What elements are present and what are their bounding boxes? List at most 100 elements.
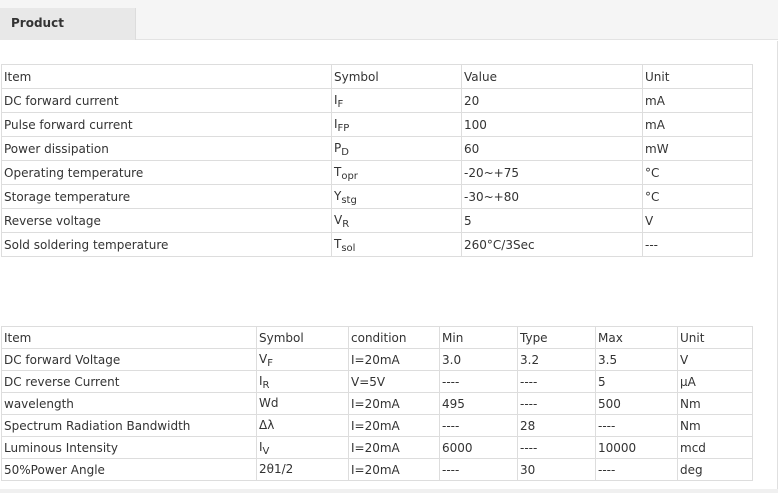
symbol-text: I [334, 92, 338, 107]
item-cell: Sold soldering temperature [1, 232, 332, 257]
value-cell: 20 [461, 88, 643, 113]
table-row: Reverse voltage VR 5 V [1, 208, 753, 233]
table-row: Storage temperature Ystg -30~+80 °C [1, 184, 753, 209]
min-cell: ---- [439, 458, 518, 481]
symbol-cell: Δλ [256, 414, 349, 437]
type-cell: 28 [517, 414, 596, 437]
table-row: DC forward Voltage VF I=20mA 3.0 3.2 3.5 V [1, 348, 753, 371]
symbol-subscript: R [262, 379, 270, 391]
min-cell: 495 [439, 392, 518, 415]
min-cell: ---- [439, 414, 518, 437]
table-header-row: Item Symbol Value Unit [1, 64, 753, 89]
symbol-subscript: opr [341, 170, 358, 182]
page: Product Description ItemSymbolValueUnitD… [0, 0, 778, 493]
min-cell: 3.0 [439, 348, 518, 371]
unit-cell: °C [642, 160, 753, 185]
symbol-cell: Topr [331, 160, 462, 185]
unit-cell: V [642, 208, 753, 233]
column-header: Min [439, 326, 518, 349]
table-row: wavelength Wd I=20mA 495 ---- 500 Nm [1, 392, 753, 415]
max-cell: 500 [595, 392, 678, 415]
type-cell: 3.2 [517, 348, 596, 371]
type-cell: ---- [517, 370, 596, 393]
table-row: Power dissipation PD 60 mW [1, 136, 753, 161]
item-cell: Operating temperature [1, 160, 332, 185]
item-cell: Pulse forward current [1, 112, 332, 137]
value-cell: 100 [461, 112, 643, 137]
condition-cell: I=20mA [348, 414, 440, 437]
type-cell: 30 [517, 458, 596, 481]
column-header: Unit [677, 326, 753, 349]
unit-cell: °C [642, 184, 753, 209]
symbol-text: Wd [259, 395, 279, 410]
table-row: Pulse forward current IFP 100 mA [1, 112, 753, 137]
item-cell: Storage temperature [1, 184, 332, 209]
table-row: Sold soldering temperature Tsol 260°C/3Sec… [1, 232, 753, 257]
symbol-cell: 2θ1/2 [256, 458, 349, 481]
condition-cell: V=5V [348, 370, 440, 393]
item-cell: DC forward current [1, 88, 332, 113]
table-row: 50%Power Angle 2θ1/2 I=20mA ---- 30 ---- deg [1, 458, 753, 481]
symbol-text: I [259, 373, 263, 388]
unit-cell: Nm [677, 414, 753, 437]
min-cell: ---- [439, 370, 518, 393]
unit-cell: deg [677, 458, 753, 481]
symbol-cell: Tsol [331, 232, 462, 257]
symbol-cell: IV [256, 436, 349, 459]
item-cell: Power dissipation [1, 136, 332, 161]
symbol-cell: VR [331, 208, 462, 233]
absolute-ratings-table: Item Symbol Value Unit DC forward current IF 2… [1, 64, 753, 257]
symbol-subscript: sol [341, 242, 356, 254]
condition-cell: I=20mA [348, 436, 440, 459]
symbol-text: V [334, 212, 343, 227]
unit-cell: Nm [677, 392, 753, 415]
max-cell: 5 [595, 370, 678, 393]
value-cell: 5 [461, 208, 643, 233]
unit-cell: mA [642, 88, 753, 113]
type-cell: ---- [517, 436, 596, 459]
symbol-cell: IFP [331, 112, 462, 137]
unit-cell: μA [677, 370, 753, 393]
value-cell: -20~+75 [461, 160, 643, 185]
value-cell: 260°C/3Sec [461, 232, 643, 257]
symbol-subscript: stg [341, 194, 357, 206]
max-cell: 10000 [595, 436, 678, 459]
unit-cell: V [677, 348, 753, 371]
item-cell: 50%Power Angle [1, 458, 257, 481]
condition-cell: I=20mA [348, 392, 440, 415]
column-header: Value [461, 64, 643, 89]
symbol-cell: Ystg [331, 184, 462, 209]
table-row: Spectrum Radiation Bandwidth Δλ I=20mA ----… [1, 414, 753, 437]
symbol-cell: VF [256, 348, 349, 371]
table-row: Luminous Intensity IV I=20mA 6000 ---- 10000 m… [1, 436, 753, 459]
symbol-subscript: F [267, 357, 273, 369]
unit-cell: mA [642, 112, 753, 137]
max-cell: 3.5 [595, 348, 678, 371]
column-header: Item [1, 326, 257, 349]
column-header: Symbol [331, 64, 462, 89]
symbol-text: V [259, 351, 268, 366]
tab-bar: Product Description [0, 0, 778, 61]
item-cell: Reverse voltage [1, 208, 332, 233]
max-cell: ---- [595, 458, 678, 481]
product-description-panel: Item Symbol Value Unit DC forward current IF 2… [0, 41, 778, 493]
column-header: Max [595, 326, 678, 349]
item-cell: DC reverse Current [1, 370, 257, 393]
item-cell: Luminous Intensity [1, 436, 257, 459]
symbol-subscript: V [262, 445, 270, 457]
value-cell: 60 [461, 136, 643, 161]
unit-cell: mW [642, 136, 753, 161]
symbol-text: Δλ [259, 417, 275, 432]
type-cell: ---- [517, 392, 596, 415]
symbol-cell: Wd [256, 392, 349, 415]
value-cell: -30~+80 [461, 184, 643, 209]
column-header: condition [348, 326, 440, 349]
column-header: Item [1, 64, 332, 89]
symbol-subscript: R [342, 218, 350, 230]
tab-product-description[interactable]: Product Description [0, 8, 136, 61]
min-cell: 6000 [439, 436, 518, 459]
symbol-text: I [334, 116, 338, 131]
symbol-cell: IR [256, 370, 349, 393]
symbol-subscript: F [337, 98, 344, 110]
max-cell: ---- [595, 414, 678, 437]
